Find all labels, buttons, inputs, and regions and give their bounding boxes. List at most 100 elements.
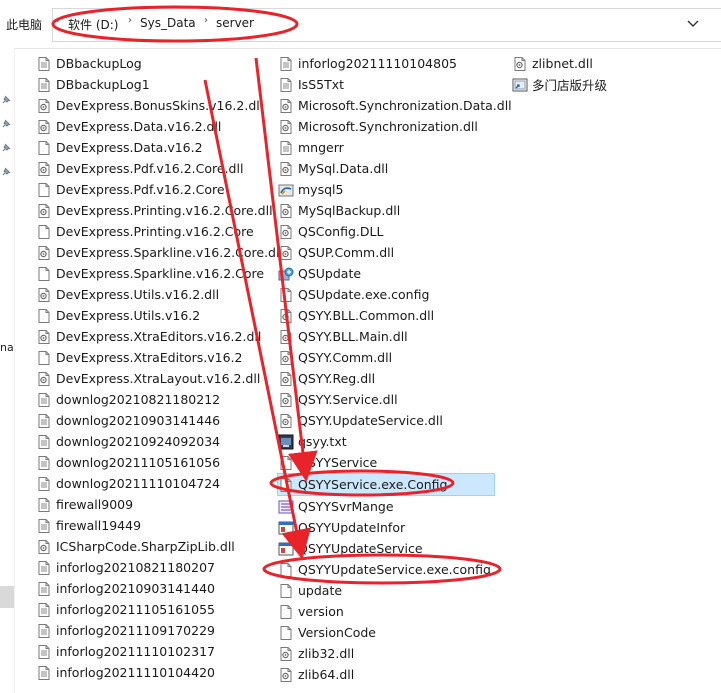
app-window-icon — [278, 520, 294, 536]
dll-file-icon — [36, 203, 52, 219]
file-item-zlib64-dll[interactable]: zlib64.dll — [278, 664, 508, 685]
file-item-firewall9009[interactable]: firewall9009 — [36, 494, 266, 515]
file-item-devexpress-printing-v16-2-core[interactable]: DevExpress.Printing.v16.2.Core — [36, 221, 266, 242]
nav-item-label[interactable]: na — [0, 341, 14, 354]
file-name: IsS5Txt — [298, 77, 345, 92]
text-file-icon — [36, 434, 52, 450]
breadcrumb-server[interactable]: server — [216, 16, 254, 30]
text-file-icon — [36, 455, 52, 471]
file-item-zlib32-dll[interactable]: zlib32.dll — [278, 643, 508, 664]
file-item-icsharpcode-sharpziplib-dll[interactable]: ICSharpCode.SharpZipLib.dll — [36, 536, 266, 557]
file-item-inforlog20211105161055[interactable]: inforlog20211105161055 — [36, 599, 266, 620]
file-item-qsyyservice-exe-config[interactable]: QSYYService.exe.Config — [277, 473, 495, 496]
file-item-versioncode[interactable]: VersionCode — [278, 622, 508, 643]
file-item-mysql-data-dll[interactable]: MySql.Data.dll — [278, 158, 508, 179]
file-name: qsyy.txt — [298, 434, 347, 449]
file-item-qsyy-bll-main-dll[interactable]: QSYY.BLL.Main.dll — [278, 326, 508, 347]
file-item-qsyy-service-dll[interactable]: QSYY.Service.dll — [278, 389, 508, 410]
blank-file-icon — [278, 477, 294, 493]
file-item-qsyyservice[interactable]: QSYYService — [278, 452, 508, 473]
file-item-qsup-comm-dll[interactable]: QSUP.Comm.dll — [278, 242, 508, 263]
file-item-qsyy-comm-dll[interactable]: QSYY.Comm.dll — [278, 347, 508, 368]
file-item-inforlog20211109170229[interactable]: inforlog20211109170229 — [36, 620, 266, 641]
pin-icon[interactable] — [0, 166, 12, 178]
file-item-inforlog20210821180207[interactable]: inforlog20210821180207 — [36, 557, 266, 578]
file-item-qsyy-reg-dll[interactable]: QSYY.Reg.dll — [278, 368, 508, 389]
text-file-icon — [36, 560, 52, 576]
dll-file-icon — [278, 392, 294, 408]
file-item-qsyysvrmange[interactable]: QSYYSvrMange — [278, 496, 508, 517]
file-item-qsyy-updateservice-dll[interactable]: QSYY.UpdateService.dll — [278, 410, 508, 431]
file-item-devexpress-pdf-v16-2-core[interactable]: DevExpress.Pdf.v16.2.Core — [36, 179, 266, 200]
file-item-devexpress-pdf-v16-2-core-dll[interactable]: DevExpress.Pdf.v16.2.Core.dll — [36, 158, 266, 179]
file-item-mngerr[interactable]: mngerr — [278, 137, 508, 158]
file-item-devexpress-sparkline-v16-2-core[interactable]: DevExpress.Sparkline.v16.2.Core — [36, 263, 266, 284]
breadcrumb-drive[interactable]: 软件 (D:) — [68, 16, 118, 33]
file-item-qsyy-txt[interactable]: qsyy.txt — [278, 431, 508, 452]
file-item-item[interactable]: 多门店版升级 — [512, 74, 721, 95]
file-item-inforlog20210903141440[interactable]: inforlog20210903141440 — [36, 578, 266, 599]
file-item-qsupdate-exe-config[interactable]: QSUpdate.exe.config — [278, 284, 508, 305]
file-item-iss5txt[interactable]: IsS5Txt — [278, 74, 508, 95]
file-item-devexpress-printing-v16-2-core-dll[interactable]: DevExpress.Printing.v16.2.Core.dll — [36, 200, 273, 221]
file-item-dbbackuplog1[interactable]: DBbackupLog1 — [36, 74, 266, 95]
file-item-qsyyupdateinfor[interactable]: QSYYUpdateInfor — [278, 517, 508, 538]
file-name: QSUP.Comm.dll — [298, 245, 395, 260]
breadcrumb-separator-icon[interactable]: › — [56, 15, 60, 26]
file-name: DevExpress.Pdf.v16.2.Core.dll — [56, 161, 244, 176]
file-item-devexpress-data-v16-2[interactable]: DevExpress.Data.v16.2 — [36, 137, 266, 158]
file-item-downlog20210821180212[interactable]: downlog20210821180212 — [36, 389, 266, 410]
file-item-qsyyupdateservice[interactable]: QSYYUpdateService — [278, 538, 508, 559]
file-item-devexpress-sparkline-v16-2-core-dll[interactable]: DevExpress.Sparkline.v16.2.Core.dll — [36, 242, 283, 263]
file-item-devexpress-xtraeditors-v16-2-dll[interactable]: DevExpress.XtraEditors.v16.2.dll — [36, 326, 266, 347]
file-item-devexpress-data-v16-2-dll[interactable]: DevExpress.Data.v16.2.dll — [36, 116, 266, 137]
file-item-qsconfig-dll[interactable]: QSConfig.DLL — [278, 221, 508, 242]
file-item-inforlog20211110104805[interactable]: inforlog20211110104805 — [278, 53, 508, 74]
file-item-downlog20211110104724[interactable]: downlog20211110104724 — [36, 473, 266, 494]
file-name: DBbackupLog — [56, 56, 142, 71]
file-item-qsyyupdateservice-exe-config[interactable]: QSYYUpdateService.exe.config — [278, 559, 508, 580]
pin-icon[interactable] — [0, 94, 12, 106]
file-item-inforlog20211110104420[interactable]: inforlog20211110104420 — [36, 662, 266, 683]
breadcrumb-this-pc[interactable]: 此电脑 — [6, 16, 42, 33]
file-item-devexpress-bonusskins-v16-2-dll[interactable]: DevExpress.BonusSkins.v16.2.dll — [36, 95, 266, 116]
file-name: MySqlBackup.dll — [298, 203, 401, 218]
file-item-zlibnet-dll[interactable]: zlibnet.dll — [512, 53, 721, 74]
breadcrumb-separator-icon[interactable]: › — [204, 15, 208, 26]
pin-icon[interactable] — [0, 118, 12, 130]
breadcrumb-separator-icon[interactable]: › — [128, 15, 132, 26]
blank-file-icon — [36, 266, 52, 282]
file-item-devexpress-xtralayout-v16-2-dll[interactable]: DevExpress.XtraLayout.v16.2.dll — [36, 368, 266, 389]
file-item-downlog20211105161056[interactable]: downlog20211105161056 — [36, 452, 266, 473]
file-item-firewall19449[interactable]: firewall19449 — [36, 515, 266, 536]
file-item-dbbackuplog[interactable]: DBbackupLog — [36, 53, 266, 74]
file-item-mysql5[interactable]: mysql5 — [278, 179, 508, 200]
file-name: QSYY.BLL.Common.dll — [298, 308, 435, 323]
pin-icon[interactable] — [0, 142, 12, 154]
file-item-mysqlbackup-dll[interactable]: MySqlBackup.dll — [278, 200, 508, 221]
file-item-inforlog20211110102317[interactable]: inforlog20211110102317 — [36, 641, 266, 662]
dll-file-icon — [36, 539, 52, 555]
nav-selected-item[interactable] — [0, 586, 14, 608]
file-item-update[interactable]: update — [278, 580, 508, 601]
chevron-down-icon[interactable] — [684, 14, 702, 32]
file-item-version[interactable]: version — [278, 601, 508, 622]
file-item-devexpress-xtraeditors-v16-2[interactable]: DevExpress.XtraEditors.v16.2 — [36, 347, 266, 368]
file-item-devexpress-utils-v16-2[interactable]: DevExpress.Utils.v16.2 — [36, 305, 266, 326]
file-item-qsupdate[interactable]: QSUpdate — [278, 263, 508, 284]
breadcrumb-sys-data[interactable]: Sys_Data — [140, 16, 196, 30]
file-item-microsoft-synchronization-data-dll[interactable]: Microsoft.Synchronization.Data.dll — [278, 95, 512, 116]
file-name: ICSharpCode.SharpZipLib.dll — [56, 539, 235, 554]
file-name: QSYY.Comm.dll — [298, 350, 393, 365]
file-name: QSUpdate.exe.config — [298, 287, 430, 302]
file-item-downlog20210924092034[interactable]: downlog20210924092034 — [36, 431, 266, 452]
file-item-devexpress-utils-v16-2-dll[interactable]: DevExpress.Utils.v16.2.dll — [36, 284, 266, 305]
blank-file-icon — [278, 287, 294, 303]
text-file-icon — [278, 140, 294, 156]
file-item-downlog20210903141446[interactable]: downlog20210903141446 — [36, 410, 266, 431]
file-item-qsyy-bll-common-dll[interactable]: QSYY.BLL.Common.dll — [278, 305, 508, 326]
file-name: DevExpress.XtraLayout.v16.2.dll — [56, 371, 261, 386]
file-item-microsoft-synchronization-dll[interactable]: Microsoft.Synchronization.dll — [278, 116, 508, 137]
dll-file-icon — [36, 245, 52, 261]
file-name: DevExpress.Data.v16.2 — [56, 140, 203, 155]
